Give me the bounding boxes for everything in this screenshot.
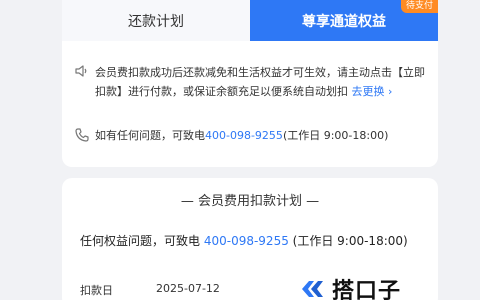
- plan-contact-prefix: 任何权益问题，可致电: [80, 234, 204, 248]
- speaker-icon: [75, 65, 87, 77]
- brand-logo: 搭口子: [300, 274, 430, 300]
- tab-repayment-plan[interactable]: 还款计划: [62, 0, 250, 41]
- notice-card: 会员费扣款成功后还款减免和生活权益才可生效，请主动点击【立即扣款】进行付款，或保…: [62, 41, 438, 167]
- plan-contact-hours: (工作日 9:00-18:00): [288, 234, 408, 248]
- notice-text: 会员费扣款成功后还款减免和生活权益才可生效，请主动点击【立即扣款】进行付款，或保…: [95, 63, 431, 101]
- tab-bar: 还款计划 尊享通道权益 待支付: [62, 0, 438, 41]
- plan-phone-link[interactable]: 400-098-9255: [204, 234, 289, 248]
- change-link[interactable]: 去更换 ›: [352, 85, 393, 98]
- logo-mark-icon: [302, 281, 323, 297]
- status-badge: 待支付: [400, 0, 438, 13]
- phone-link[interactable]: 400-098-9255: [205, 129, 283, 142]
- tab-label: 还款计划: [128, 13, 184, 30]
- plan-row-label: 扣款日: [80, 284, 113, 297]
- contact-hours: (工作日 9:00-18:00): [282, 129, 389, 142]
- plan-row-value: 2025-07-12: [156, 282, 220, 295]
- phone-icon: [75, 128, 89, 142]
- plan-title: — 会员费用扣款计划 —: [180, 194, 320, 209]
- contact-line: 如有任何问题，可致电400-098-9255(工作日 9:00-18:00): [95, 127, 388, 144]
- tab-label: 尊享通道权益: [302, 13, 386, 30]
- tab-exclusive-benefits[interactable]: 尊享通道权益 待支付: [250, 0, 438, 41]
- contact-prefix: 如有任何问题，可致电: [95, 129, 205, 142]
- plan-contact-line: 任何权益问题，可致电 400-098-9255 (工作日 9:00-18:00): [80, 232, 408, 249]
- logo-text: 搭口子: [332, 279, 402, 300]
